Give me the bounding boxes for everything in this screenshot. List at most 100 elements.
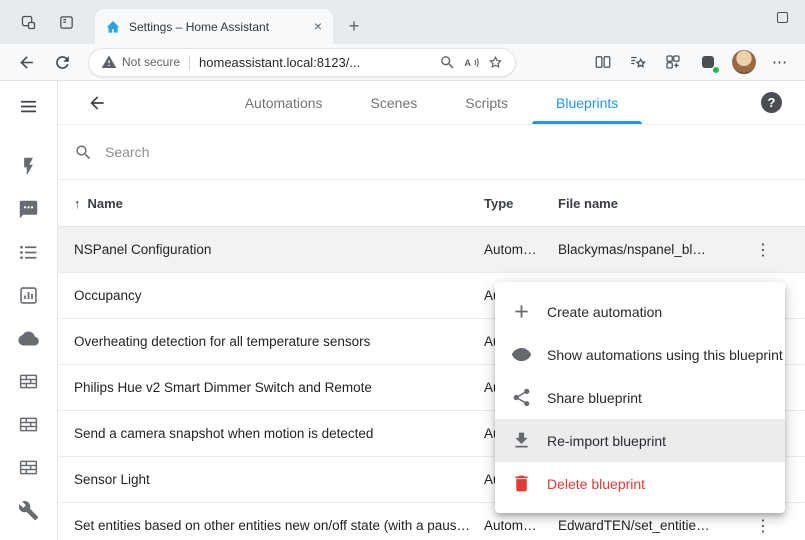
profile-avatar[interactable] <box>732 50 756 74</box>
row-name: Overheating detection for all temperatur… <box>74 334 484 349</box>
address-bar[interactable]: Not secure homeassistant.local:8123/... … <box>88 48 516 77</box>
svg-text:A: A <box>464 58 471 68</box>
sidebar-item-history[interactable] <box>0 274 58 317</box>
split-screen-icon[interactable] <box>592 51 614 73</box>
search-input[interactable] <box>105 144 789 160</box>
sidebar-nav <box>0 145 58 532</box>
ha-tab-bar: Automations Scenes Scripts Blueprints <box>221 81 643 124</box>
back-arrow-icon <box>87 93 107 113</box>
not-secure-warning-icon <box>101 54 117 70</box>
menu-item-delete-blueprint[interactable]: Delete blueprint <box>495 462 785 505</box>
home-assistant-app: Automations Scenes Scripts Blueprints ? … <box>0 81 805 540</box>
new-tab-button[interactable]: + <box>341 13 367 39</box>
divider <box>189 55 190 70</box>
extension-badge-icon[interactable] <box>697 51 719 73</box>
sidebar-item-energy[interactable] <box>0 145 58 188</box>
row-file: Blackymas/nspanel_blueprin… <box>558 242 721 257</box>
sidebar-item-bricks-2[interactable] <box>0 403 58 446</box>
table-row[interactable]: NSPanel Configuration Autom… Blackymas/n… <box>58 227 805 273</box>
refresh-icon <box>53 53 72 72</box>
extension-status-dot <box>712 66 720 74</box>
chart-box-icon <box>18 285 39 306</box>
brick-wall-icon <box>18 414 39 435</box>
download-icon <box>511 430 532 451</box>
hamburger-icon <box>18 96 39 117</box>
sidebar-item-developer-tools[interactable] <box>0 489 58 532</box>
browser-window: Settings – Home Assistant × + Not secure <box>0 0 805 540</box>
tab-scenes[interactable]: Scenes <box>347 81 442 124</box>
row-name: Send a camera snapshot when motion is de… <box>74 426 484 441</box>
share-icon <box>511 387 532 408</box>
list-icon <box>18 242 39 263</box>
ha-sidebar <box>0 81 58 540</box>
ha-header: Automations Scenes Scripts Blueprints ? <box>58 81 805 125</box>
sidebar-item-bricks-3[interactable] <box>0 446 58 489</box>
table-header: ↑ Name Type File name <box>58 180 805 227</box>
maximize-button[interactable] <box>759 0 805 34</box>
tab-title: Settings – Home Assistant <box>129 20 301 34</box>
ha-content: Automations Scenes Scripts Blueprints ? … <box>58 81 805 540</box>
browser-titlebar: Settings – Home Assistant × + <box>0 0 805 44</box>
toolbar-right-cluster: ⋯ <box>592 50 795 74</box>
refresh-button[interactable] <box>46 47 78 77</box>
row-name: NSPanel Configuration <box>74 242 484 257</box>
sidebar-item-bricks-1[interactable] <box>0 360 58 403</box>
back-arrow-icon <box>17 53 36 72</box>
home-assistant-favicon <box>105 19 121 35</box>
row-type: Autom… <box>484 242 558 257</box>
chat-bubble-icon <box>18 199 39 220</box>
menu-item-show-automations[interactable]: Show automations using this blueprint <box>495 333 785 376</box>
search-icon <box>74 143 93 162</box>
workspaces-icon[interactable] <box>17 11 39 33</box>
tab-automations[interactable]: Automations <box>221 81 347 124</box>
cloud-icon <box>18 328 39 349</box>
wrench-icon <box>18 500 39 521</box>
row-context-menu: Create automation Show automations using… <box>495 282 785 513</box>
sidebar-item-cloud[interactable] <box>0 317 58 360</box>
read-aloud-icon[interactable]: A <box>459 50 483 74</box>
url-text[interactable]: homeassistant.local:8123/... <box>199 55 435 70</box>
security-label[interactable]: Not secure <box>122 55 180 69</box>
browser-tab[interactable]: Settings – Home Assistant × <box>95 9 333 44</box>
row-overflow-button[interactable]: ⋮ <box>748 511 778 540</box>
sort-ascending-icon: ↑ <box>74 196 81 211</box>
row-overflow-button[interactable]: ⋮ <box>748 235 778 265</box>
help-icon[interactable]: ? <box>761 92 782 113</box>
tab-actions-icon[interactable] <box>55 11 77 33</box>
window-controls <box>759 0 805 34</box>
browser-menu-icon[interactable]: ⋯ <box>769 51 791 73</box>
ha-back-button[interactable] <box>80 86 114 120</box>
sidebar-item-assist[interactable] <box>0 188 58 231</box>
tab-close-icon[interactable]: × <box>309 18 327 36</box>
menu-item-share-blueprint[interactable]: Share blueprint <box>495 376 785 419</box>
row-file: EdwardTEN/set_entities_bas… <box>558 518 721 533</box>
brick-wall-icon <box>18 371 39 392</box>
zoom-icon[interactable] <box>435 50 459 74</box>
lightning-icon <box>18 156 39 177</box>
browser-toolbar: Not secure homeassistant.local:8123/... … <box>0 44 805 81</box>
favorites-icon[interactable] <box>627 51 649 73</box>
row-name: Set entities based on other entities new… <box>74 518 484 533</box>
column-header-type[interactable]: Type <box>484 196 558 211</box>
favorite-star-icon[interactable] <box>483 50 507 74</box>
trash-icon <box>511 473 532 494</box>
sidebar-item-logbook[interactable] <box>0 231 58 274</box>
extensions-icon[interactable] <box>662 51 684 73</box>
row-name: Philips Hue v2 Smart Dimmer Switch and R… <box>74 380 484 395</box>
sidebar-menu-button[interactable] <box>12 91 46 121</box>
eye-icon <box>511 344 532 365</box>
search-bar <box>58 125 805 180</box>
row-name: Sensor Light <box>74 472 484 487</box>
plus-icon <box>511 301 532 322</box>
row-type: Autom… <box>484 518 558 533</box>
brick-wall-icon <box>18 457 39 478</box>
column-header-file[interactable]: File name <box>558 196 721 211</box>
maximize-icon <box>777 12 788 23</box>
tab-scripts[interactable]: Scripts <box>441 81 532 124</box>
back-button[interactable] <box>10 47 42 77</box>
column-header-name[interactable]: ↑ Name <box>74 196 484 211</box>
menu-item-create-automation[interactable]: Create automation <box>495 290 785 333</box>
menu-item-reimport-blueprint[interactable]: Re-import blueprint <box>495 419 785 462</box>
row-name: Occupancy <box>74 288 484 303</box>
tab-blueprints[interactable]: Blueprints <box>532 81 642 124</box>
